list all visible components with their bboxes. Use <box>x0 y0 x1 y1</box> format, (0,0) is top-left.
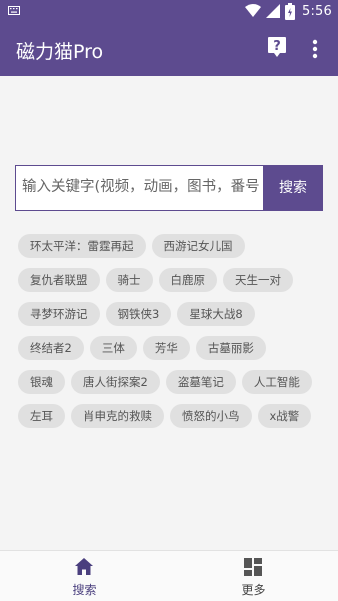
tag-chip[interactable]: 钢铁侠3 <box>105 302 172 326</box>
tag-chip[interactable]: 白鹿原 <box>158 268 217 292</box>
clock: 5:56 <box>302 4 332 19</box>
tag-chip[interactable]: 天生一对 <box>223 268 293 292</box>
tag-chip[interactable]: 寻梦环游记 <box>18 302 100 326</box>
svg-text:?: ? <box>273 39 281 54</box>
tag-chip[interactable]: 三体 <box>89 336 137 360</box>
tag-chip[interactable]: 芳华 <box>142 336 190 360</box>
tag-chip[interactable]: 终结者2 <box>18 336 84 360</box>
tag-chip[interactable]: 骑士 <box>105 268 153 292</box>
tag-chip[interactable]: 银魂 <box>18 370 65 394</box>
tag-chip[interactable]: 环太平洋：雷霆再起 <box>18 234 146 258</box>
hot-tags: 环太平洋：雷霆再起 西游记女儿国 复仇者联盟 骑士 白鹿原 天生一对 寻梦环游记 钢铁侠3… <box>18 234 328 438</box>
battery-icon <box>285 3 295 20</box>
tag-row: 环太平洋：雷霆再起 西游记女儿国 <box>18 234 328 258</box>
tag-chip[interactable]: 星球大战8 <box>177 302 255 326</box>
app-bar: 磁力猫Pro ? <box>0 24 338 76</box>
bottom-navigation: 搜索 更多 <box>0 550 338 601</box>
keyboard-icon <box>8 6 20 15</box>
app-title: 磁力猫Pro <box>16 41 104 63</box>
tag-chip[interactable]: 左耳 <box>18 404 65 428</box>
tag-chip[interactable]: 盗墓笔记 <box>165 370 236 394</box>
tag-chip[interactable]: 西游记女儿国 <box>151 234 245 258</box>
status-bar: 5:56 <box>0 0 338 24</box>
search-input[interactable]: 输入关键字(视频，动画，图书，番号 <box>15 165 263 211</box>
wifi-icon <box>245 4 261 17</box>
tag-row: 寻梦环游记 钢铁侠3 星球大战8 <box>18 302 328 326</box>
nav-more[interactable]: 更多 <box>169 551 338 601</box>
tag-row: 复仇者联盟 骑士 白鹿原 天生一对 <box>18 268 328 292</box>
tag-chip[interactable]: 唐人街探案2 <box>71 370 160 394</box>
tag-chip[interactable]: 复仇者联盟 <box>18 268 100 292</box>
search-button[interactable]: 搜索 <box>263 165 323 211</box>
search-bar: 输入关键字(视频，动画，图书，番号 搜索 <box>15 165 323 211</box>
help-icon[interactable]: ? <box>268 37 286 57</box>
tag-chip[interactable]: 愤怒的小鸟 <box>170 404 252 428</box>
nav-more-label: 更多 <box>241 583 266 597</box>
tag-row: 左耳 肖申克的救赎 愤怒的小鸟 x战警 <box>18 404 328 428</box>
more-vert-icon[interactable] <box>312 39 318 59</box>
nav-search-label: 搜索 <box>72 583 97 597</box>
tag-chip[interactable]: x战警 <box>257 404 312 428</box>
tag-row: 终结者2 三体 芳华 古墓丽影 <box>18 336 328 360</box>
tag-chip[interactable]: 肖申克的救赎 <box>71 404 164 428</box>
dashboard-icon <box>244 558 262 576</box>
home-icon <box>75 558 93 575</box>
tag-chip[interactable]: 人工智能 <box>241 370 312 394</box>
signal-icon <box>266 4 280 18</box>
tag-chip[interactable]: 古墓丽影 <box>195 336 266 360</box>
tag-row: 银魂 唐人街探案2 盗墓笔记 人工智能 <box>18 370 328 394</box>
nav-search[interactable]: 搜索 <box>0 551 169 601</box>
